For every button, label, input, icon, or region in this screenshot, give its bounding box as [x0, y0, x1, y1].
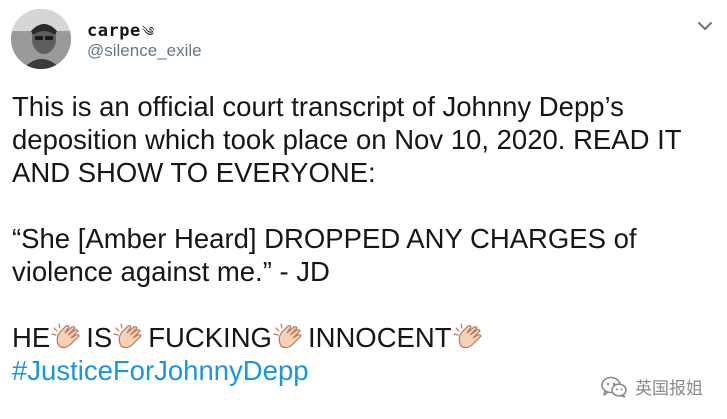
text-line: This is an official court transcript of … — [12, 91, 624, 122]
text-line: violence against me.” - JD — [12, 256, 330, 287]
clapping-hands-icon — [452, 322, 487, 352]
shout-word: INNOCENT — [307, 322, 452, 353]
paragraph-intro: This is an official court transcript of … — [12, 90, 712, 189]
shout-line: HE IS FUCKING INNOCENT — [12, 321, 712, 354]
clapping-hands-icon — [51, 322, 85, 352]
shout-word: FUCKING — [148, 322, 272, 353]
shout-word: IS — [86, 322, 113, 353]
clapping-hands-icon — [273, 322, 307, 352]
text-line: “She [Amber Heard] DROPPED ANY CHARGES o… — [12, 223, 637, 254]
clapping-hands-icon — [113, 322, 147, 352]
tweet-card: carpe༄ @silence_exile This is an officia… — [0, 0, 727, 419]
text-line: deposition which took place on Nov 10, 2… — [12, 124, 682, 155]
watermark: 英国报姐 — [601, 374, 703, 399]
display-name-symbol: ༄ — [141, 25, 155, 40]
wechat-icon — [601, 376, 627, 398]
text-line: AND SHOW TO EVERYONE: — [12, 157, 376, 188]
avatar[interactable] — [11, 9, 71, 69]
shout-word: HE — [12, 322, 51, 353]
tweet-text: This is an official court transcript of … — [12, 90, 712, 387]
paragraph-quote: “She [Amber Heard] DROPPED ANY CHARGES o… — [12, 222, 712, 288]
watermark-text: 英国报姐 — [635, 379, 703, 398]
display-name-text: carpe — [87, 21, 141, 41]
user-handle[interactable]: @silence_exile — [87, 41, 202, 61]
chevron-down-icon — [698, 22, 712, 30]
avatar-photo-icon — [11, 9, 71, 69]
more-options-button[interactable] — [695, 16, 715, 36]
